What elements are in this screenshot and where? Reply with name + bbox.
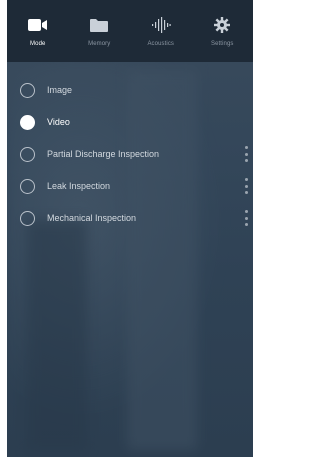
mode-item-label: Leak Inspection — [47, 181, 111, 191]
mode-item-partial-discharge[interactable]: Partial Discharge Inspection — [7, 138, 253, 170]
folder-icon — [87, 15, 111, 35]
tab-memory[interactable]: Memory — [69, 0, 131, 62]
tab-memory-label: Memory — [88, 41, 111, 47]
tab-acoustics-label: Acoustics — [147, 41, 175, 47]
tab-settings-label: Settings — [211, 41, 234, 47]
mode-item-label: Image — [47, 85, 73, 95]
mode-item-label: Mechanical Inspection — [47, 213, 137, 223]
radio-button-selected[interactable] — [20, 114, 35, 130]
top-tab-bar: Mode Memory Acoustics Settings — [7, 0, 253, 62]
tab-mode[interactable]: Mode — [7, 0, 69, 62]
mode-item-video[interactable]: Video — [7, 106, 253, 138]
mode-item-leak[interactable]: Leak Inspection — [7, 170, 253, 202]
radio-button[interactable] — [20, 210, 35, 226]
mode-list: Image Video Partial Discharge Inspection… — [7, 74, 253, 234]
radio-button[interactable] — [20, 146, 35, 162]
mode-item-image[interactable]: Image — [7, 74, 253, 106]
tab-mode-label: Mode — [30, 41, 46, 47]
more-options-icon[interactable] — [243, 209, 249, 227]
tab-acoustics[interactable]: Acoustics — [130, 0, 192, 62]
mode-item-mechanical[interactable]: Mechanical Inspection — [7, 202, 253, 234]
more-options-icon[interactable] — [243, 177, 249, 195]
radio-button[interactable] — [20, 178, 35, 194]
background-building-2 — [27, 220, 87, 450]
app-screen: Mode Memory Acoustics Settings Image Vid… — [7, 0, 253, 457]
video-camera-icon — [26, 15, 50, 35]
more-options-icon[interactable] — [243, 145, 249, 163]
gear-icon — [210, 15, 234, 35]
tab-settings[interactable]: Settings — [192, 0, 254, 62]
mode-item-label: Video — [47, 117, 70, 127]
sound-wave-icon — [149, 15, 173, 35]
radio-button[interactable] — [20, 82, 35, 98]
mode-item-label: Partial Discharge Inspection — [47, 149, 160, 159]
